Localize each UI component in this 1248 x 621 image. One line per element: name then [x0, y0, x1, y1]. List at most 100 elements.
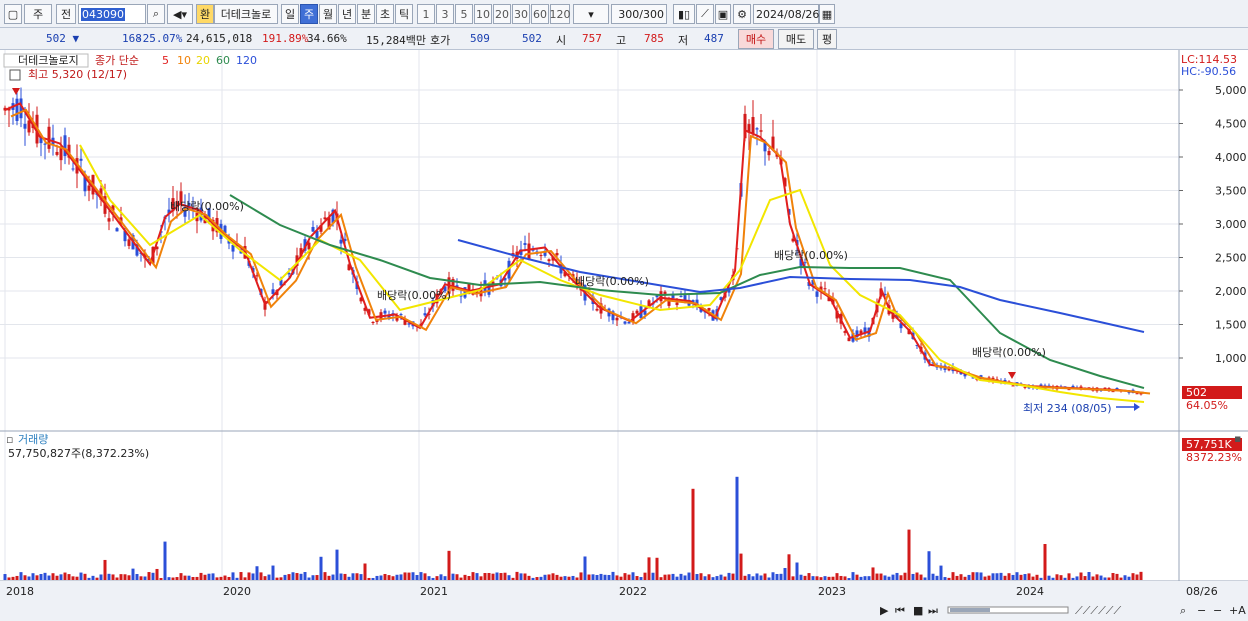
price-tick-label: 4,500 — [1215, 118, 1247, 131]
volume-bar — [411, 572, 415, 580]
stop-icon[interactable]: ■ — [913, 604, 923, 617]
volume-bar — [375, 575, 379, 580]
volume-bar — [211, 573, 215, 580]
volume-bar — [699, 573, 703, 580]
volume-bar — [707, 574, 711, 580]
volume-bar — [1123, 575, 1127, 580]
volume-bar — [219, 576, 223, 580]
scroll-start-icon[interactable]: ⏮ — [895, 604, 905, 617]
volume-bar — [187, 575, 191, 580]
interval-30[interactable]: 30 — [512, 4, 530, 24]
close-panel-icon[interactable]: ▪ — [1234, 432, 1241, 445]
sound-icon[interactable]: ◀▾ — [167, 4, 193, 24]
toolbar: ▢ 주 전 043090 ⌕ ◀▾ 환 더테크놀로 일 주 월 년 분 초 틱 … — [0, 0, 1248, 28]
volume-bar — [531, 577, 535, 580]
period-second[interactable]: 초 — [376, 4, 394, 24]
volume-bar — [151, 572, 155, 580]
volume-bar — [1015, 572, 1019, 580]
price-chart[interactable]: 더테크놀로지 종가 단순 5 10 20 60 120 최고 5,320 (12… — [0, 50, 1248, 621]
year-label: 2020 — [223, 585, 251, 598]
volume-bar — [79, 572, 83, 580]
volume-bar — [167, 577, 171, 580]
volume-bar — [487, 572, 491, 580]
volume-bar — [1119, 577, 1123, 580]
search-icon[interactable]: ⌕ — [147, 4, 165, 24]
date-input[interactable]: 2024/08/26 — [753, 4, 819, 24]
volume-bar — [991, 573, 995, 580]
currency-tag[interactable]: 환 — [196, 4, 214, 24]
sell-button[interactable]: 매도 — [778, 29, 814, 49]
period-week[interactable]: 주 — [300, 4, 318, 24]
volume-bar — [383, 573, 387, 580]
candle — [547, 259, 551, 262]
period-minute[interactable]: 분 — [357, 4, 375, 24]
volume-bar — [307, 577, 311, 580]
period-year[interactable]: 년 — [338, 4, 356, 24]
draw-icon[interactable]: ⟋ — [696, 4, 714, 24]
code-input[interactable]: 043090 — [78, 4, 146, 24]
chart-area[interactable]: 더테크놀로지 종가 단순 5 10 20 60 120 최고 5,320 (12… — [0, 50, 1248, 621]
volume-bar — [439, 574, 443, 580]
drawing-tools-icon[interactable]: ⟋⟋⟋⟋⟋⟋ — [1075, 604, 1121, 617]
zoom-icon[interactable]: ⌕ — [1180, 604, 1186, 617]
volume-bar — [1023, 574, 1027, 580]
volume-bar — [495, 572, 499, 580]
interval-5[interactable]: 5 — [455, 4, 473, 24]
buy-button[interactable]: 매수 — [738, 29, 774, 49]
volume-bar — [779, 573, 783, 580]
layout-icon[interactable]: ▢ — [4, 4, 22, 24]
volume-bar — [87, 577, 91, 580]
zoom-out-icon[interactable]: − — [1197, 604, 1206, 617]
volume-bar — [883, 575, 887, 580]
scroll-end-icon[interactable]: ⏭ — [928, 604, 938, 617]
volume-bar — [155, 568, 159, 580]
volume-bar — [727, 572, 731, 580]
market-select[interactable]: 주 — [24, 4, 52, 24]
volume-bar — [703, 576, 707, 580]
volume-bar — [123, 574, 127, 580]
volume-bar — [935, 575, 939, 580]
prev-button[interactable]: 전 — [56, 4, 76, 24]
ma-legend-5: 5 — [162, 54, 169, 67]
interval-20[interactable]: 20 — [493, 4, 511, 24]
volume-bar — [295, 573, 299, 580]
scroll-right-icon[interactable]: ▶ — [880, 604, 889, 617]
volume-bar — [255, 566, 259, 580]
save-icon[interactable]: ▣ — [715, 4, 731, 24]
count-input[interactable]: 300/300 — [611, 4, 667, 24]
volume-bar — [1083, 576, 1087, 580]
interval-custom-select[interactable]: ▾ — [573, 4, 609, 24]
candle — [751, 117, 755, 135]
scrollbar-thumb[interactable] — [950, 608, 990, 612]
period-day[interactable]: 일 — [281, 4, 299, 24]
volume-bar — [63, 572, 67, 580]
volume-bar — [463, 574, 467, 580]
zoom-reset-icon[interactable]: − — [1213, 604, 1222, 617]
zoom-in-icon[interactable]: +A — [1229, 604, 1246, 617]
volume-bar — [315, 575, 319, 580]
gear-icon[interactable]: ⚙ — [733, 4, 751, 24]
volume-bar — [559, 576, 563, 580]
low-label: 저 — [678, 34, 689, 47]
volume-bar — [227, 576, 231, 580]
interval-1[interactable]: 1 — [417, 4, 435, 24]
interval-60[interactable]: 60 — [531, 4, 549, 24]
volume-bar — [363, 563, 367, 580]
avg-button[interactable]: 평 — [817, 29, 837, 49]
volume-bar — [851, 572, 855, 580]
volume-value: 24,615,018 — [186, 32, 253, 45]
volume-bar — [263, 576, 267, 580]
volume-bar — [215, 577, 219, 580]
interval-10[interactable]: 10 — [474, 4, 492, 24]
calendar-icon[interactable]: ▦ — [819, 4, 835, 24]
period-tick[interactable]: 틱 — [395, 4, 413, 24]
interval-120[interactable]: 120 — [550, 4, 571, 24]
period-month[interactable]: 월 — [319, 4, 337, 24]
volume-bar — [399, 574, 403, 580]
candle-icon[interactable]: ▮▯ — [673, 4, 695, 24]
interval-3[interactable]: 3 — [436, 4, 454, 24]
volume-icon: ▫ — [6, 433, 13, 446]
candle — [59, 147, 63, 161]
volume-bar — [971, 572, 975, 580]
candle — [815, 291, 819, 297]
